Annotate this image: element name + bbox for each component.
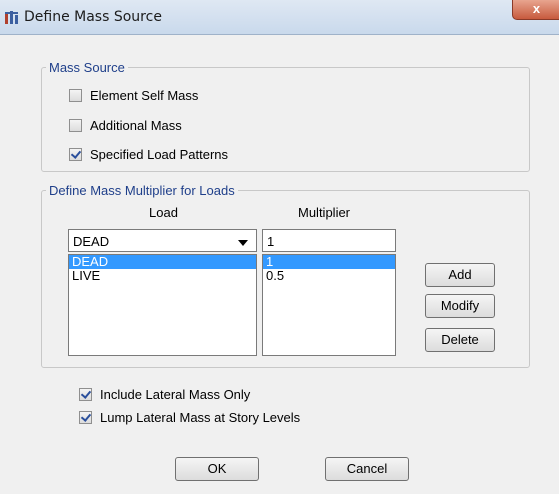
dialog-body: Mass Source Element Self Mass Additional… — [19, 38, 549, 490]
lump-lateral-mass-label: Lump Lateral Mass at Story Levels — [100, 410, 301, 426]
multiplier-input-value: 1 — [267, 234, 275, 249]
multiplier-column-header: Multiplier — [298, 205, 351, 220]
multiplier-list[interactable]: 1 0.5 — [262, 254, 396, 356]
include-lateral-mass-option[interactable]: Include Lateral Mass Only — [79, 386, 250, 404]
specified-load-patterns-checkbox[interactable] — [69, 148, 82, 162]
specified-load-patterns-option[interactable]: Specified Load Patterns — [69, 146, 228, 164]
modify-button[interactable]: Modify — [425, 294, 495, 318]
element-self-mass-option[interactable]: Element Self Mass — [69, 87, 198, 105]
element-self-mass-checkbox[interactable] — [69, 89, 82, 103]
load-list-item[interactable]: LIVE — [69, 269, 256, 283]
ok-button[interactable]: OK — [175, 457, 259, 481]
close-icon: x — [532, 1, 541, 16]
title-bar: Define Mass Source x — [0, 0, 559, 35]
mass-multiplier-legend: Define Mass Multiplier for Loads — [49, 183, 235, 198]
additional-mass-option[interactable]: Additional Mass — [69, 117, 182, 135]
lump-lateral-mass-option[interactable]: Lump Lateral Mass at Story Levels — [79, 409, 300, 427]
multiplier-list-item[interactable]: 1 — [263, 255, 395, 269]
app-icon — [4, 9, 20, 25]
additional-mass-label: Additional Mass — [90, 118, 182, 134]
load-dropdown-value: DEAD — [73, 234, 110, 249]
load-list-item[interactable]: DEAD — [69, 255, 256, 269]
window-title: Define Mass Source — [24, 9, 162, 25]
include-lateral-mass-checkbox[interactable] — [79, 388, 92, 402]
cancel-button[interactable]: Cancel — [325, 457, 409, 481]
mass-source-legend: Mass Source — [49, 60, 125, 75]
load-list[interactable]: DEAD LIVE — [68, 254, 257, 356]
delete-button[interactable]: Delete — [425, 328, 495, 352]
load-dropdown[interactable]: DEAD — [68, 229, 257, 252]
additional-mass-checkbox[interactable] — [69, 119, 82, 133]
element-self-mass-label: Element Self Mass — [90, 88, 199, 104]
multiplier-list-item[interactable]: 0.5 — [263, 269, 395, 283]
include-lateral-mass-label: Include Lateral Mass Only — [100, 387, 251, 403]
lump-lateral-mass-checkbox[interactable] — [79, 411, 92, 425]
add-button[interactable]: Add — [425, 263, 495, 287]
close-button[interactable]: x — [512, 0, 559, 20]
chevron-down-icon[interactable] — [238, 240, 248, 246]
multiplier-input[interactable]: 1 — [262, 229, 396, 252]
load-column-header: Load — [149, 205, 178, 220]
specified-load-patterns-label: Specified Load Patterns — [90, 147, 229, 163]
